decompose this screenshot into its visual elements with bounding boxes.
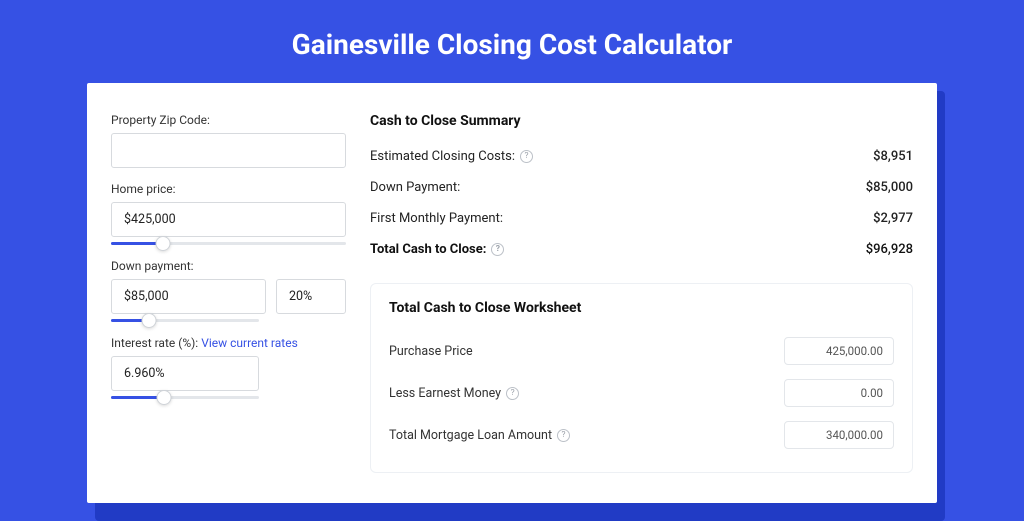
summary-row-closing-costs: Estimated Closing Costs: ? $8,951 [370,141,913,172]
ws-label-text: Purchase Price [389,344,473,359]
help-icon[interactable]: ? [557,429,570,442]
interest-rate-input[interactable] [111,356,259,391]
ws-row-purchase-price: Purchase Price [389,330,894,372]
summary-label: Down Payment: [370,180,460,195]
home-price-input[interactable] [111,202,346,237]
ws-label-text: Total Mortgage Loan Amount [389,428,552,443]
page-title: Gainesville Closing Cost Calculator [0,0,1024,83]
help-icon[interactable]: ? [506,387,519,400]
worksheet-title: Total Cash to Close Worksheet [389,300,894,316]
summary-value: $96,928 [866,242,913,257]
zip-input[interactable] [111,133,346,168]
ws-row-earnest-money: Less Earnest Money ? [389,372,894,414]
summary-label-text: Down Payment: [370,180,460,195]
summary-row-down-payment: Down Payment: $85,000 [370,172,913,203]
home-price-slider-thumb[interactable] [155,236,170,251]
ws-row-mortgage-amount: Total Mortgage Loan Amount ? [389,414,894,456]
down-payment-field-group: Down payment: [111,259,346,322]
left-panel: Property Zip Code: Home price: Down paym… [111,113,346,473]
ws-label: Less Earnest Money ? [389,386,519,401]
summary-label-text: Estimated Closing Costs: [370,149,515,164]
interest-rate-label-wrap: Interest rate (%): View current rates [111,336,346,350]
app-shell: Property Zip Code: Home price: Down paym… [87,83,937,503]
down-payment-slider[interactable] [111,319,259,322]
summary-label: Estimated Closing Costs: ? [370,149,533,164]
zip-label: Property Zip Code: [111,113,346,127]
help-icon[interactable]: ? [491,243,504,256]
down-payment-label: Down payment: [111,259,346,273]
ws-mortgage-amount-input[interactable] [784,421,894,449]
summary-value: $2,977 [873,211,913,226]
main-card: Property Zip Code: Home price: Down paym… [87,83,937,503]
down-payment-inputs [111,279,346,314]
summary-row-total-cash: Total Cash to Close: ? $96,928 [370,234,913,265]
summary-value: $85,000 [866,180,913,195]
summary-card: Cash to Close Summary Estimated Closing … [370,113,913,265]
interest-rate-slider-thumb[interactable] [157,390,172,405]
summary-row-first-monthly: First Monthly Payment: $2,977 [370,203,913,234]
summary-value: $8,951 [873,149,913,164]
zip-field-group: Property Zip Code: [111,113,346,168]
home-price-slider[interactable] [111,242,346,245]
ws-purchase-price-input[interactable] [784,337,894,365]
help-icon[interactable]: ? [520,150,533,163]
ws-earnest-money-input[interactable] [784,379,894,407]
summary-title: Cash to Close Summary [370,113,913,129]
ws-label: Total Mortgage Loan Amount ? [389,428,570,443]
home-price-label: Home price: [111,182,346,196]
down-payment-slider-thumb[interactable] [142,313,157,328]
summary-label: Total Cash to Close: ? [370,242,504,257]
down-payment-percent-input[interactable] [276,279,346,314]
ws-label-text: Less Earnest Money [389,386,501,401]
interest-rate-slider[interactable] [111,396,259,399]
ws-label: Purchase Price [389,344,473,359]
home-price-field-group: Home price: [111,182,346,245]
summary-label: First Monthly Payment: [370,211,503,226]
interest-rate-field-group: Interest rate (%): View current rates [111,336,346,399]
down-payment-input[interactable] [111,279,266,314]
worksheet-card: Total Cash to Close Worksheet Purchase P… [370,283,913,473]
view-rates-link[interactable]: View current rates [201,336,298,350]
interest-rate-label: Interest rate (%): [111,336,198,350]
right-panel: Cash to Close Summary Estimated Closing … [370,113,913,473]
summary-label-text: Total Cash to Close: [370,242,486,257]
summary-label-text: First Monthly Payment: [370,211,503,226]
